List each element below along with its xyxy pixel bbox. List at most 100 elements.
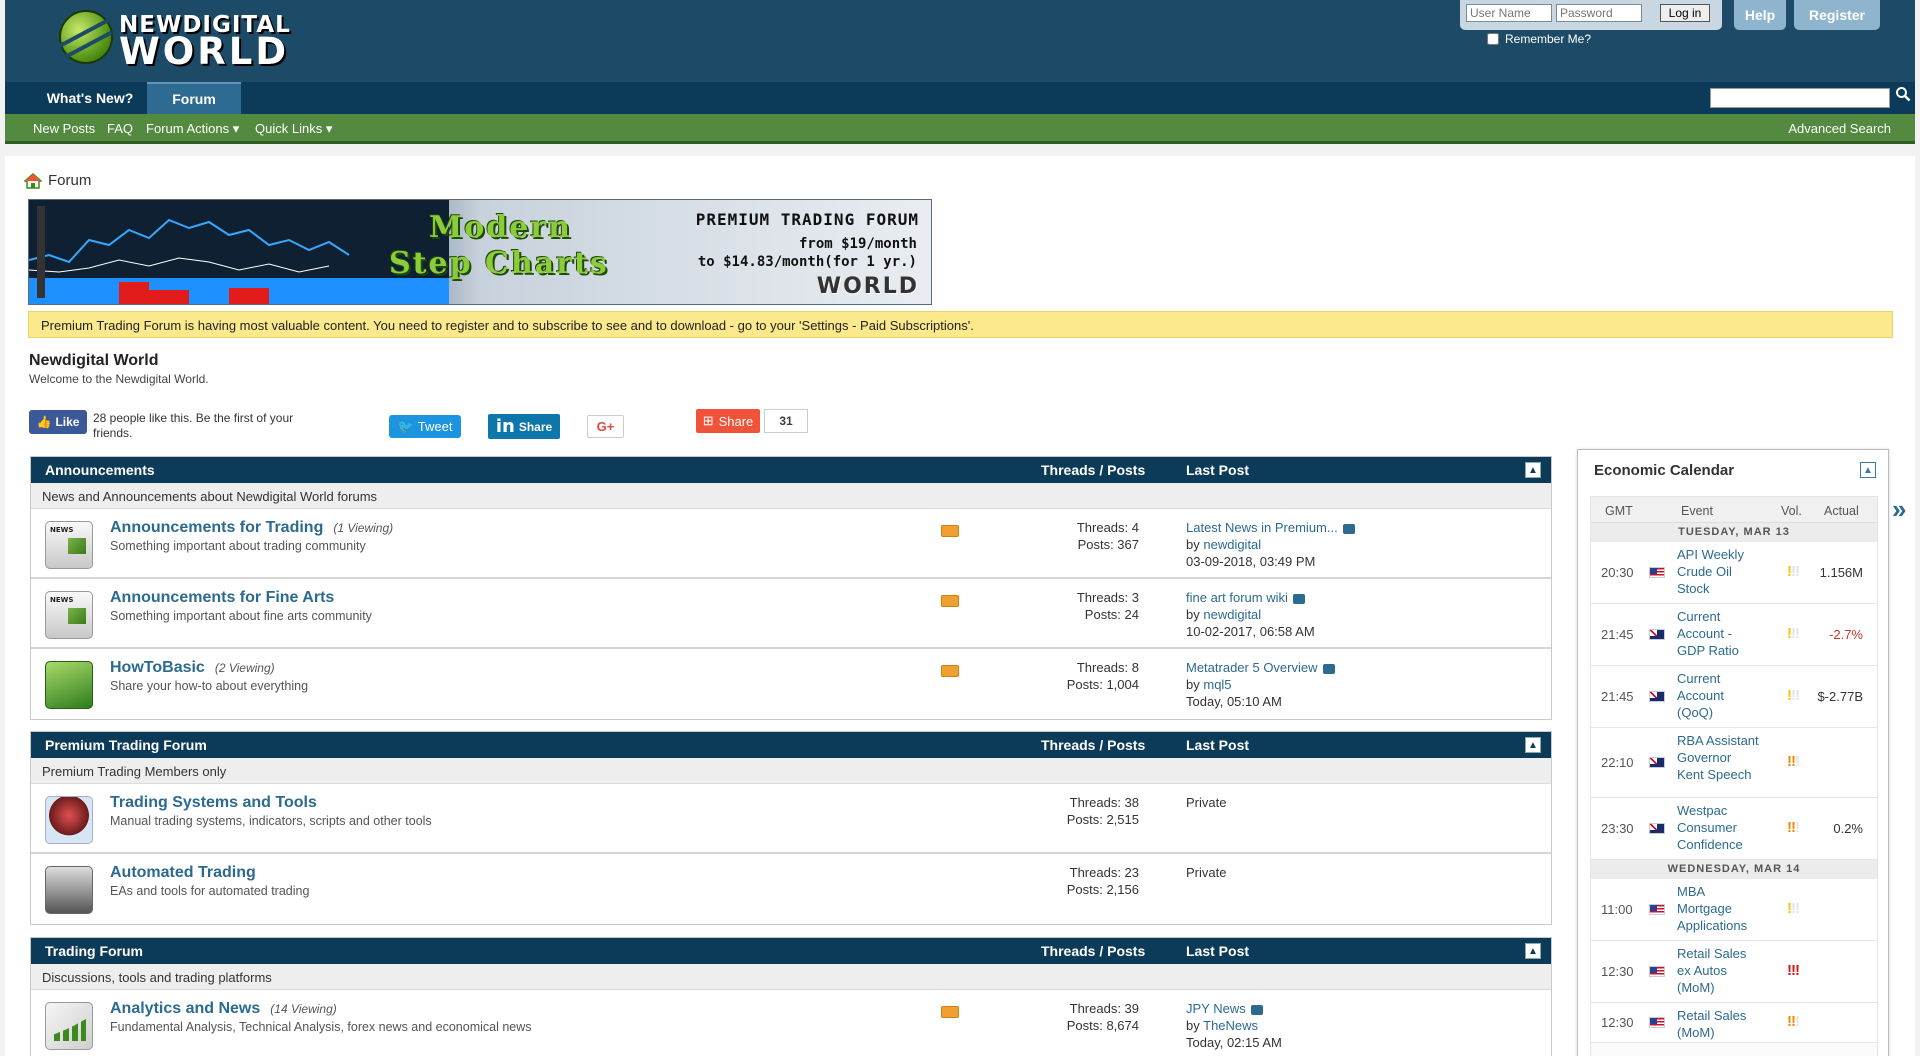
column-threads-posts: Threads / Posts: [1041, 462, 1146, 478]
event-name[interactable]: Westpac Consumer Confidence: [1677, 802, 1759, 853]
login-button[interactable]: Log in: [1660, 4, 1710, 22]
share-button[interactable]: ⊞ Share: [696, 409, 760, 433]
forum-title[interactable]: Trading Systems and Tools: [110, 794, 317, 812]
register-button[interactable]: Register: [1794, 0, 1880, 30]
column-threads-posts: Threads / Posts: [1041, 737, 1146, 753]
facebook-like-button[interactable]: 👍 Like: [29, 410, 87, 434]
username-input[interactable]: [1466, 4, 1552, 22]
forum-title[interactable]: Announcements for Trading (1 Viewing): [110, 519, 393, 537]
last-post-title[interactable]: fine art forum wiki: [1186, 590, 1288, 605]
event-time: 22:10: [1601, 755, 1634, 770]
volatility-indicator: !!!: [1787, 1013, 1800, 1030]
double-chevron-right-icon[interactable]: »: [1892, 494, 1918, 534]
event-name[interactable]: Current Account (QoQ): [1677, 670, 1759, 721]
rss-icon[interactable]: [941, 665, 959, 677]
subnav-faq[interactable]: FAQ: [107, 121, 133, 136]
remember-me-checkbox[interactable]: [1487, 33, 1499, 45]
calendar-event-row[interactable]: 20:30 API Weekly Crude Oil Stock!!! 1.156M: [1591, 542, 1877, 604]
advanced-search-link[interactable]: Advanced Search: [1788, 121, 1891, 136]
event-name[interactable]: Retail Sales ex Autos (MoM): [1677, 945, 1759, 996]
last-post: Metatrader 5 Overview by mql5 Today, 05:…: [1186, 659, 1335, 710]
forum-title[interactable]: HowToBasic (2 Viewing): [110, 659, 275, 677]
collapse-icon[interactable]: ▲: [1525, 737, 1541, 753]
collapse-icon[interactable]: ▲: [1860, 462, 1876, 478]
tab-forum[interactable]: Forum: [147, 82, 241, 114]
calendar-event-row[interactable]: 21:45 Current Account - GDP Ratio!!! -2.7%: [1591, 604, 1877, 666]
calendar-event-row[interactable]: 21:45 Current Account (QoQ)!!! $-2.77B: [1591, 666, 1877, 728]
calendar-event-row[interactable]: 22:10 RBA Assistant Governor Kent Speech!…: [1591, 728, 1877, 798]
subnav-quick-links-label: Quick Links: [255, 121, 323, 136]
forum-stats: Threads: 39 Posts: 8,674: [1067, 1000, 1139, 1034]
go-to-post-icon[interactable]: [1292, 593, 1305, 604]
forum-title[interactable]: Announcements for Fine Arts: [110, 589, 334, 607]
section-title[interactable]: Announcements: [45, 462, 155, 478]
logo-text-bottom: WORLD: [119, 30, 290, 73]
last-post-title[interactable]: Metatrader 5 Overview: [1186, 660, 1318, 675]
tweet-button[interactable]: 🐦 Tweet: [389, 415, 461, 438]
event-name[interactable]: MBA Mortgage Applications: [1677, 883, 1759, 934]
forum-title[interactable]: Analytics and News (14 Viewing): [110, 1000, 337, 1018]
forum-title[interactable]: Automated Trading: [110, 864, 256, 882]
last-post-title[interactable]: JPY News: [1186, 1001, 1246, 1016]
help-button[interactable]: Help: [1734, 0, 1786, 30]
go-to-post-icon[interactable]: [1342, 523, 1355, 534]
forum-name[interactable]: HowToBasic: [110, 659, 205, 676]
rss-icon[interactable]: [941, 1006, 959, 1018]
go-to-post-icon[interactable]: [1250, 1004, 1263, 1015]
subnav-forum-actions[interactable]: Forum Actions ▾: [146, 121, 239, 137]
forum-description: Something important about fine arts comm…: [110, 609, 372, 623]
google-plus-button[interactable]: G+: [587, 415, 624, 438]
last-post-title[interactable]: Latest News in Premium...: [1186, 520, 1338, 535]
event-name[interactable]: Current Account - GDP Ratio: [1677, 608, 1759, 659]
breadcrumb-forum[interactable]: Forum: [48, 172, 91, 189]
remember-me[interactable]: Remember Me?: [1487, 32, 1591, 46]
by-label: by: [1186, 1018, 1200, 1033]
premium-banner[interactable]: Modern Step Charts PREMIUM TRADING FORUM…: [28, 199, 932, 305]
site-logo[interactable]: NEWDIGITAL WORLD: [53, 4, 313, 73]
forum-name[interactable]: Announcements for Fine Arts: [110, 589, 334, 606]
remember-me-label: Remember Me?: [1505, 32, 1592, 46]
search-icon[interactable]: [1895, 86, 1911, 107]
calendar-event-row[interactable]: 12:30 Retail Sales ex Autos (MoM)!!!: [1591, 941, 1877, 1003]
search-input[interactable]: [1710, 88, 1890, 108]
calendar-header: GMT Event Vol. Actual: [1591, 497, 1877, 523]
section-header: Announcements Threads / Posts Last Post …: [31, 457, 1551, 483]
subnav-quick-links[interactable]: Quick Links ▾: [255, 121, 332, 137]
forum-name[interactable]: Automated Trading: [110, 864, 256, 881]
calendar-event-row[interactable]: 12:30 Retail Sales (MoM)!!!: [1591, 1003, 1877, 1043]
calendar-event-row[interactable]: 11:00 MBA Mortgage Applications!!!: [1591, 879, 1877, 941]
collapse-icon[interactable]: ▲: [1525, 462, 1541, 478]
caret-down-icon: ▾: [325, 121, 333, 136]
last-post-user[interactable]: newdigital: [1203, 607, 1261, 622]
event-name[interactable]: RBA Assistant Governor Kent Speech: [1677, 732, 1759, 783]
section-title[interactable]: Premium Trading Forum: [45, 737, 207, 753]
rss-icon[interactable]: [941, 525, 959, 537]
forum-row: Announcements for Fine Arts Something im…: [31, 579, 1551, 649]
section-title[interactable]: Trading Forum: [45, 943, 143, 959]
tab-whats-new[interactable]: What's New?: [35, 82, 145, 114]
section-header: Premium Trading Forum Threads / Posts La…: [31, 732, 1551, 758]
collapse-icon[interactable]: ▲: [1525, 943, 1541, 959]
go-to-post-icon[interactable]: [1322, 663, 1335, 674]
forum-name[interactable]: Announcements for Trading: [110, 519, 323, 536]
forum-name[interactable]: Trading Systems and Tools: [110, 794, 317, 811]
last-post-user[interactable]: mql5: [1203, 677, 1231, 692]
forum-name[interactable]: Analytics and News: [110, 1000, 260, 1017]
banner-title-2: Step Charts: [389, 246, 609, 281]
subnav-new-posts[interactable]: New Posts: [33, 121, 95, 136]
password-input[interactable]: [1556, 4, 1642, 22]
event-name[interactable]: Retail Sales (MoM): [1677, 1007, 1759, 1041]
last-post-user[interactable]: newdigital: [1203, 537, 1261, 552]
calendar-event-row[interactable]: 23:30 Westpac Consumer Confidence!!! 0.2%: [1591, 798, 1877, 860]
economic-calendar-widget: Economic Calendar ▲ GMT Event Vol. Actua…: [1577, 449, 1889, 1056]
calendar-events-day1: 20:30 API Weekly Crude Oil Stock!!! 1.156M…: [1591, 542, 1877, 860]
forum-section-announcements: Announcements Threads / Posts Last Post …: [30, 456, 1552, 720]
facebook-like-count: 28 people like this. Be the first of you…: [93, 411, 294, 440]
home-icon[interactable]: [24, 172, 42, 189]
linkedin-share-button[interactable]: in Share: [488, 414, 560, 439]
event-name[interactable]: API Weekly Crude Oil Stock: [1677, 546, 1759, 597]
last-post-user[interactable]: TheNews: [1203, 1018, 1258, 1033]
rss-icon[interactable]: [941, 595, 959, 607]
last-post: Latest News in Premium... by newdigital …: [1186, 519, 1355, 570]
event-time: 21:45: [1601, 627, 1634, 642]
